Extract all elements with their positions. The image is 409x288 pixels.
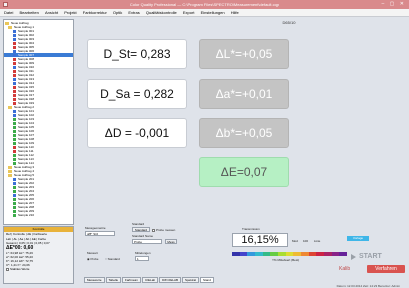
- menu-item-hilfe[interactable]: Hilfe: [231, 10, 239, 15]
- menu-item-datei[interactable]: Datei: [4, 10, 13, 15]
- tab-tabelle[interactable]: Tabelle: [105, 277, 122, 283]
- window-controls[interactable]: – ▢ ✕: [382, 0, 406, 9]
- menu-item-bearbeiten[interactable]: Bearbeiten: [19, 10, 38, 15]
- title-bar: Color Quality Professional — C:\Program …: [0, 0, 409, 9]
- geometry-select[interactable]: d/8° SCI: [85, 231, 115, 236]
- transmission-line[interactable]: Linie: [314, 239, 320, 243]
- color-scale-segment: [316, 252, 325, 256]
- color-scale-segment: [339, 252, 348, 256]
- menu-item-einstellungen[interactable]: Einstellungen: [201, 10, 225, 15]
- menu-bar: Datei Bearbeiten Ansicht Projekt Farbkor…: [0, 9, 409, 17]
- geometry-label: Messgeometrie: [85, 226, 106, 230]
- color-scale-segment: [293, 252, 302, 256]
- sample-tree[interactable]: Neue Auftrag Neue Auftrag 1 Sample 001 Samp…: [3, 19, 74, 225]
- tree-item[interactable]: Sample 210: [4, 213, 73, 217]
- measure-sample-label: Probe messen: [156, 228, 176, 232]
- template-button[interactable]: Vorlage: [347, 236, 369, 241]
- play-icon: [351, 254, 356, 260]
- standard-label: Standard: [132, 222, 145, 226]
- sample-icon: [13, 213, 16, 217]
- measure-mode-sample-radio[interactable]: ◉ Probe: [87, 257, 98, 261]
- menu-item-export[interactable]: Export: [183, 10, 195, 15]
- transmission-readout: 16,15%: [232, 233, 288, 247]
- color-scale-segment: [262, 252, 271, 256]
- checkbox-icon[interactable]: [6, 267, 9, 271]
- calibrate-button[interactable]: Kalib: [339, 266, 350, 272]
- density-sample-box: D_Sa = 0,282: [87, 79, 187, 109]
- standard-name-label: Standard Name: [132, 234, 154, 238]
- status-bar: Datum: 12.03.2014 Zeit: 14:23 Benutzer: …: [336, 284, 400, 288]
- transmission-mode[interactable]: Mod: [292, 239, 298, 243]
- density-delta-box: ΔD = -0,001: [87, 118, 187, 148]
- color-scale-segment: [324, 252, 332, 256]
- color-scale-segment: [285, 252, 294, 256]
- measure-sample-checkbox[interactable]: Probe messen: [152, 228, 175, 232]
- density-sample-value: D_Sa = 0,282: [100, 87, 174, 101]
- averaging-label: Mittelungen: [135, 251, 151, 255]
- tree-item-label: Sample 210: [18, 213, 35, 217]
- transmission-scale[interactable]: 100: [303, 239, 308, 243]
- start-button[interactable]: START: [359, 253, 382, 260]
- menu-item-extras[interactable]: Extras: [128, 10, 139, 15]
- transmission-value: 16,15%: [241, 234, 279, 246]
- density-standard-box: D_St= 0,283: [87, 39, 187, 69]
- measure-mode-sample-label: Probe: [90, 257, 99, 261]
- color-scale-segment: [308, 252, 317, 256]
- measure-mode-standard-label: Standard: [107, 257, 120, 261]
- color-scale-segment: [301, 252, 309, 256]
- color-scale-segment: [239, 252, 248, 256]
- measure-mode-standard-radio[interactable]: ○ Standard: [105, 257, 120, 261]
- transmission-label: Transmission: [242, 227, 260, 231]
- procedure-button[interactable]: Verfahren: [367, 265, 405, 273]
- standard-button[interactable]: Standard: [132, 227, 150, 232]
- color-scale-segment: [255, 252, 263, 256]
- measure-button[interactable]: Mess: [165, 239, 177, 244]
- stable-values-label: Stabiles Werte: [10, 267, 30, 271]
- delta-e-value: ΔE=0,07: [220, 165, 268, 179]
- menu-item-projekt[interactable]: Projekt: [64, 10, 76, 15]
- illuminant-label: D65/10: [282, 20, 296, 25]
- scale-caption: Y% Mittelwert (Best): [272, 258, 300, 262]
- menu-item-optik[interactable]: Optik: [113, 10, 122, 15]
- tab-stand[interactable]: Stand: [200, 277, 214, 283]
- color-scale-bar: [232, 252, 348, 256]
- tab-messwerte[interactable]: Messwerte: [84, 277, 105, 283]
- menu-item-farbkorrektur[interactable]: Farbkorrektur: [83, 10, 107, 15]
- control-panel: Kontrolle Ref | Kontrolle | dE | Farbwer…: [3, 226, 74, 284]
- delta-e-box: ΔE=0,07: [199, 157, 289, 187]
- tab-cielab[interactable]: CIELab: [142, 277, 159, 283]
- tab-spektral[interactable]: Spektral: [182, 277, 200, 283]
- view-tabs: Messwerte Tabelle Farbraum CIELab Diff.CIELA…: [84, 277, 215, 283]
- checkbox-icon[interactable]: [152, 228, 155, 232]
- menu-item-ansicht[interactable]: Ansicht: [45, 10, 58, 15]
- delta-b-value: Δb*=+0,05: [215, 126, 273, 140]
- measurement-controls: Messgeometrie d/8° SCI Standard Standard…: [77, 219, 406, 285]
- measure-mode-label: Messart: [87, 251, 98, 255]
- averaging-input[interactable]: 1: [135, 256, 149, 261]
- delta-a-value: Δa*=+0,01: [215, 87, 273, 101]
- stable-values-checkbox[interactable]: Stabiles Werte: [4, 267, 73, 271]
- delta-a-box: Δa*=+0,01: [199, 79, 289, 109]
- tab-farbraum[interactable]: Farbraum: [122, 277, 142, 283]
- tab-diff-cielab[interactable]: Diff.CIELAB: [159, 277, 182, 283]
- delta-b-box: Δb*=+0,05: [199, 118, 289, 148]
- standard-name-input[interactable]: Probe: [132, 239, 162, 244]
- color-scale-segment: [331, 252, 340, 256]
- color-scale-segment: [232, 252, 240, 256]
- color-scale-segment: [247, 252, 256, 256]
- menu-item-qualitaetskontrolle[interactable]: Qualitätskontrolle: [146, 10, 177, 15]
- delta-l-value: ΔL*=+0,05: [215, 47, 273, 61]
- measurement-area: D65/10 D_St= 0,283 D_Sa = 0,282 ΔD = -0,…: [77, 19, 406, 219]
- density-delta-value: ΔD = -0,001: [104, 126, 170, 140]
- color-scale-segment: [270, 252, 279, 256]
- color-scale-segment: [278, 252, 286, 256]
- window-title: Color Quality Professional — C:\Program …: [129, 2, 280, 7]
- density-standard-value: D_St= 0,283: [103, 47, 171, 61]
- delta-l-box: ΔL*=+0,05: [199, 39, 289, 69]
